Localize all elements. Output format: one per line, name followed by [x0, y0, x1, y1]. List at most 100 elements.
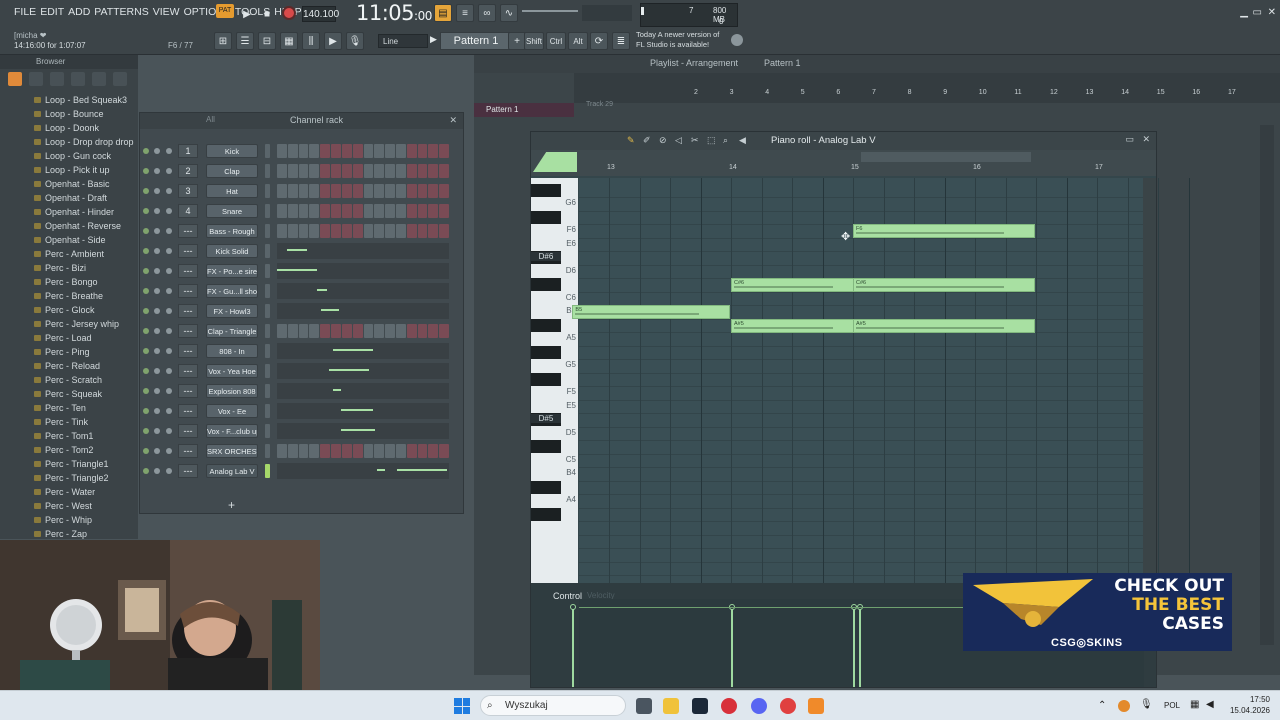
step-button[interactable] [331, 444, 341, 458]
channel-knob[interactable] [154, 348, 160, 354]
play-icon[interactable]: ▶ [238, 5, 256, 23]
piano-roll-preview[interactable] [277, 303, 449, 319]
step-button[interactable] [287, 144, 298, 158]
shift-key[interactable]: Shift [524, 32, 544, 50]
menu-file[interactable]: FILE [14, 6, 36, 18]
channel-mute-led[interactable] [143, 168, 149, 174]
piano-roll-preview[interactable] [277, 423, 449, 439]
velocity-bar[interactable] [853, 607, 855, 687]
channel-mixer-track[interactable]: --- [178, 284, 198, 298]
menu-add[interactable]: ADD [68, 6, 90, 18]
taskbar-search[interactable]: Wyszukaj [480, 695, 626, 716]
step-button[interactable] [395, 184, 406, 198]
restore-icon[interactable]: ▭ [1253, 7, 1262, 18]
step-button[interactable] [277, 324, 287, 338]
browser-item[interactable]: Perc - Tink [34, 415, 138, 429]
browser-tool-all-icon[interactable] [8, 72, 22, 86]
browser-item[interactable]: Perc - Load [34, 331, 138, 345]
step-button[interactable] [374, 444, 385, 458]
channel-mixer-track[interactable]: 2 [178, 164, 198, 178]
black-key[interactable] [531, 210, 561, 224]
close-icon[interactable]: ✕ [1268, 7, 1276, 18]
step-button[interactable] [363, 164, 374, 178]
channel-knob[interactable] [154, 148, 160, 154]
channel-mixer-track[interactable]: 4 [178, 204, 198, 218]
step-button[interactable] [287, 204, 298, 218]
step-button[interactable] [374, 224, 385, 238]
step-button[interactable] [331, 224, 341, 238]
menu-view[interactable]: VIEW [153, 6, 180, 18]
channel-mixer-track[interactable]: --- [178, 344, 198, 358]
zoom-icon[interactable]: ⌕ [723, 135, 728, 146]
step-button[interactable] [395, 204, 406, 218]
channel-knob[interactable] [154, 188, 160, 194]
step-button[interactable] [341, 324, 352, 338]
select-icon[interactable]: ⬚ [707, 135, 716, 146]
channel-mute-led[interactable] [143, 348, 149, 354]
opera-icon[interactable] [721, 698, 737, 714]
browser-tool-search-icon[interactable] [71, 72, 85, 86]
step-button[interactable] [385, 184, 395, 198]
velocity-bar[interactable] [731, 607, 733, 687]
snap-mode-select[interactable]: Line [378, 34, 428, 48]
channel-name-button[interactable]: Analog Lab V [206, 464, 258, 478]
channel-mute-led[interactable] [143, 148, 149, 154]
channel-select-indicator[interactable] [265, 324, 270, 338]
channel-knob[interactable] [166, 228, 172, 234]
step-button[interactable] [287, 444, 298, 458]
browser-item[interactable]: Perc - Squeak [34, 387, 138, 401]
velocity-bar[interactable] [572, 607, 575, 687]
channel-knob[interactable] [154, 268, 160, 274]
channel-name-button[interactable]: Kick [206, 144, 258, 158]
record-icon[interactable] [282, 6, 296, 20]
step-sequencer[interactable] [277, 324, 449, 338]
pianoroll-icon[interactable]: ⊟ [258, 32, 276, 50]
playlist-scrollbar[interactable] [1260, 125, 1274, 645]
mic-icon[interactable]: 🎙 [346, 32, 364, 50]
step-button[interactable] [406, 144, 417, 158]
step-button[interactable] [417, 324, 428, 338]
step-button[interactable] [298, 164, 309, 178]
channel-mixer-track[interactable]: --- [178, 424, 198, 438]
note[interactable]: C#6 [731, 278, 865, 292]
browser-item[interactable]: Perc - Bizi [34, 261, 138, 275]
brush-icon[interactable]: ✐ [643, 135, 651, 146]
step-button[interactable] [428, 224, 439, 238]
tray-chevron-icon[interactable]: ⌃ [1098, 700, 1106, 711]
channel-knob[interactable] [154, 448, 160, 454]
step-button[interactable] [363, 324, 374, 338]
step-button[interactable] [309, 144, 320, 158]
add-channel-button[interactable]: + [228, 498, 235, 512]
step-button[interactable] [406, 184, 417, 198]
step-button[interactable] [385, 164, 395, 178]
step-button[interactable] [363, 204, 374, 218]
snap-icon[interactable]: ⊞ [214, 32, 232, 50]
step-button[interactable] [417, 144, 428, 158]
step-button[interactable] [320, 184, 331, 198]
channel-select-indicator[interactable] [265, 464, 270, 478]
browser-item[interactable]: Openhat - Reverse [34, 219, 138, 233]
piano-roll-close-icon[interactable]: ✕ [1142, 134, 1150, 145]
browser-tool-file-icon[interactable] [29, 72, 43, 86]
step-button[interactable] [417, 204, 428, 218]
step-button[interactable] [341, 184, 352, 198]
channel-knob[interactable] [166, 368, 172, 374]
chrome-icon[interactable] [780, 698, 796, 714]
browser-tool-cloud-icon[interactable] [92, 72, 106, 86]
channel-knob[interactable] [166, 308, 172, 314]
channel-name-button[interactable]: Vox - Ee [206, 404, 258, 418]
slice-icon[interactable]: ✂ [691, 135, 699, 146]
piano-roll-preview[interactable] [277, 243, 449, 259]
file-explorer-icon[interactable] [663, 698, 679, 714]
channel-mixer-track[interactable]: --- [178, 404, 198, 418]
channel-knob[interactable] [166, 268, 172, 274]
step-button[interactable] [385, 224, 395, 238]
step-button[interactable] [439, 444, 449, 458]
step-button[interactable] [320, 224, 331, 238]
channel-mixer-track[interactable]: --- [178, 264, 198, 278]
countin-icon[interactable]: ≡ [456, 4, 474, 22]
step-button[interactable] [309, 184, 320, 198]
channel-knob[interactable] [166, 188, 172, 194]
step-button[interactable] [439, 204, 449, 218]
step-button[interactable] [287, 324, 298, 338]
